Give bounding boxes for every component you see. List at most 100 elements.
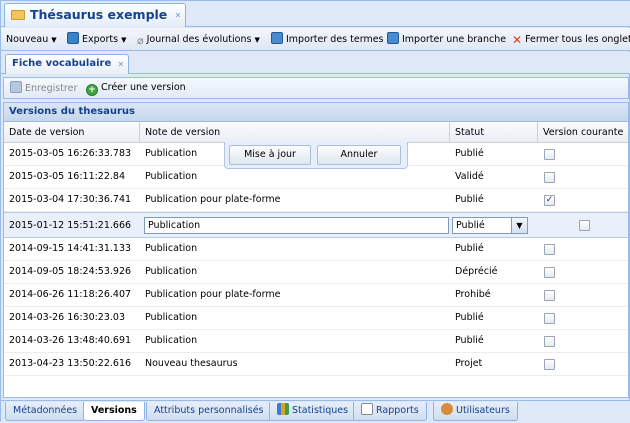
cell-statut: Prohibé (455, 289, 491, 300)
cell-note: Publication (145, 335, 198, 346)
save-icon (10, 81, 22, 93)
note-input[interactable]: Publication (144, 217, 449, 234)
chart-icon (277, 403, 289, 415)
current-version-checkbox[interactable] (544, 336, 555, 347)
chevron-down-icon: ▼ (121, 36, 127, 44)
importer-branche-button[interactable]: Importer une branche (387, 32, 506, 48)
tab-metadonnees[interactable]: Métadonnées (5, 402, 86, 421)
column-note[interactable]: Note de version (140, 122, 450, 143)
importer-termes-button[interactable]: Importer des termes (271, 32, 384, 48)
tab-attributs[interactable]: Attributs personnalisés (146, 402, 272, 421)
current-version-checkbox[interactable] (544, 244, 555, 255)
table-row[interactable]: 2014-09-15 14:41:31.133 Publication Publié (4, 238, 628, 261)
cell-note: Publication (145, 243, 198, 254)
current-version-checkbox[interactable]: ✓ (544, 195, 555, 206)
report-icon (361, 403, 373, 415)
users-icon (441, 403, 453, 415)
journal-label: Journal des évolutions (146, 34, 252, 45)
cell-date: 2015-01-12 15:51:21.666 (9, 220, 132, 231)
cell-statut: Validé (455, 171, 484, 182)
tab-versions[interactable]: Versions (83, 402, 145, 421)
cell-date: 2015-03-04 17:30:36.741 (9, 194, 132, 205)
importer-branche-label: Importer une branche (402, 34, 507, 45)
update-button[interactable]: Mise à jour (229, 145, 311, 165)
table-row[interactable]: 2014-09-05 18:24:53.926 Publication Dépréc… (4, 261, 628, 284)
cell-date: 2013-04-23 13:50:22.616 (9, 358, 132, 369)
current-version-checkbox[interactable] (544, 149, 555, 160)
exports-menu-button[interactable]: Exports ▼ (67, 32, 126, 48)
grid-body: 2015-03-05 16:26:33.783 Publication Publié… (4, 143, 628, 376)
table-row[interactable]: 2015-03-05 16:11:22.84 Publication Validé (4, 166, 628, 189)
cell-note: Publication (145, 266, 198, 277)
cell-note: Publication (145, 312, 198, 323)
close-icon[interactable]: ✕ (175, 5, 182, 27)
chevron-down-icon: ▼ (51, 36, 57, 44)
tab-utilisateurs[interactable]: Utilisateurs (433, 402, 518, 421)
tab-statistiques[interactable]: Statistiques (269, 402, 357, 421)
current-version-checkbox[interactable] (544, 172, 555, 183)
close-icon: ✕ (512, 33, 523, 47)
fermer-onglets-button[interactable]: ✕ Fermer tous les onglets (512, 32, 630, 48)
current-version-checkbox[interactable] (544, 359, 555, 370)
inner-tab-strip: Fiche vocabulaire ✕ (1, 52, 630, 74)
current-version-checkbox[interactable] (544, 290, 555, 301)
table-row[interactable]: 2013-04-23 13:50:22.616 Nouveau thesaurus… (4, 353, 628, 376)
enregistrer-button[interactable]: Enregistrer (10, 81, 77, 96)
cell-note: Publication pour plate-forme (145, 289, 281, 300)
statut-select-value: Publié (456, 220, 485, 231)
main-toolbar: Nouveau ▼ Exports ▼ ⌀ Journal des évolution… (1, 28, 630, 51)
cell-statut: Publié (455, 148, 484, 159)
table-row[interactable]: 2014-03-26 13:48:40.691 Publication Publié (4, 330, 628, 353)
nouveau-menu-button[interactable]: Nouveau ▼ (6, 32, 57, 48)
chevron-down-icon[interactable]: ▼ (511, 218, 527, 233)
importer-termes-label: Importer des termes (286, 34, 384, 45)
tab-statistiques-label: Statistiques (292, 405, 349, 416)
creer-version-label: Créer une version (101, 82, 186, 93)
cell-statut: Déprécié (455, 266, 498, 277)
column-date[interactable]: Date de version (4, 122, 140, 143)
cell-statut: Publié (455, 243, 484, 254)
current-version-checkbox[interactable] (544, 267, 555, 278)
table-row[interactable]: 2015-03-04 17:30:36.741 Publication pour … (4, 189, 628, 212)
current-version-checkbox[interactable] (579, 220, 590, 231)
cell-date: 2014-09-15 14:41:31.133 (9, 243, 132, 254)
table-row-editing[interactable]: 2015-01-12 15:51:21.666 Publication Publié… (4, 212, 628, 238)
window: Thésaurus exemple ✕ Nouveau ▼ Exports ▼ ⌀ J… (0, 0, 630, 423)
column-statut[interactable]: Statut (450, 122, 538, 143)
tab-utilisateurs-label: Utilisateurs (456, 405, 510, 416)
cell-note: Publication (145, 171, 198, 182)
exports-label: Exports (82, 34, 119, 45)
tab-thesaurus[interactable]: Thésaurus exemple ✕ (4, 3, 187, 27)
journal-menu-button[interactable]: ⌀ Journal des évolutions ▼ (137, 32, 260, 48)
row-editor-buttons: Mise à jour Annuler (224, 142, 408, 169)
tab-fiche-vocabulaire-label: Fiche vocabulaire (12, 58, 112, 69)
current-version-checkbox[interactable] (544, 313, 555, 324)
cell-statut: Publié (455, 312, 484, 323)
enregistrer-label: Enregistrer (25, 83, 78, 94)
folder-icon (11, 10, 25, 20)
action-bar: Enregistrer + Créer une version (3, 77, 629, 99)
cell-date: 2015-03-05 16:26:33.783 (9, 148, 132, 159)
cell-date: 2014-09-05 18:24:53.926 (9, 266, 132, 277)
import-icon (271, 32, 283, 44)
export-icon (67, 32, 79, 44)
statut-select[interactable]: Publié ▼ (452, 217, 528, 234)
chevron-down-icon: ▼ (254, 36, 260, 44)
cell-statut: Projet (455, 358, 483, 369)
top-tab-strip: Thésaurus exemple ✕ (1, 1, 630, 27)
cell-date: 2014-03-26 13:48:40.691 (9, 335, 132, 346)
table-row[interactable]: 2014-03-26 16:30:23.03 Publication Publié (4, 307, 628, 330)
creer-version-button[interactable]: + Créer une version (86, 81, 186, 96)
tab-rapports[interactable]: Rapports (353, 402, 427, 421)
table-row[interactable]: 2014-06-26 11:18:26.407 Publication pour … (4, 284, 628, 307)
paperclip-icon: ⌀ (137, 34, 144, 47)
nouveau-label: Nouveau (6, 34, 49, 45)
cancel-button[interactable]: Annuler (317, 145, 401, 165)
tab-fiche-vocabulaire[interactable]: Fiche vocabulaire ✕ (5, 54, 130, 74)
column-courante[interactable]: Version courante (538, 122, 630, 143)
close-icon[interactable]: ✕ (118, 56, 125, 74)
add-icon: + (86, 84, 98, 96)
cell-date: 2014-03-26 16:30:23.03 (9, 312, 126, 323)
cell-date: 2014-06-26 11:18:26.407 (9, 289, 132, 300)
cell-date: 2015-03-05 16:11:22.84 (9, 171, 126, 182)
